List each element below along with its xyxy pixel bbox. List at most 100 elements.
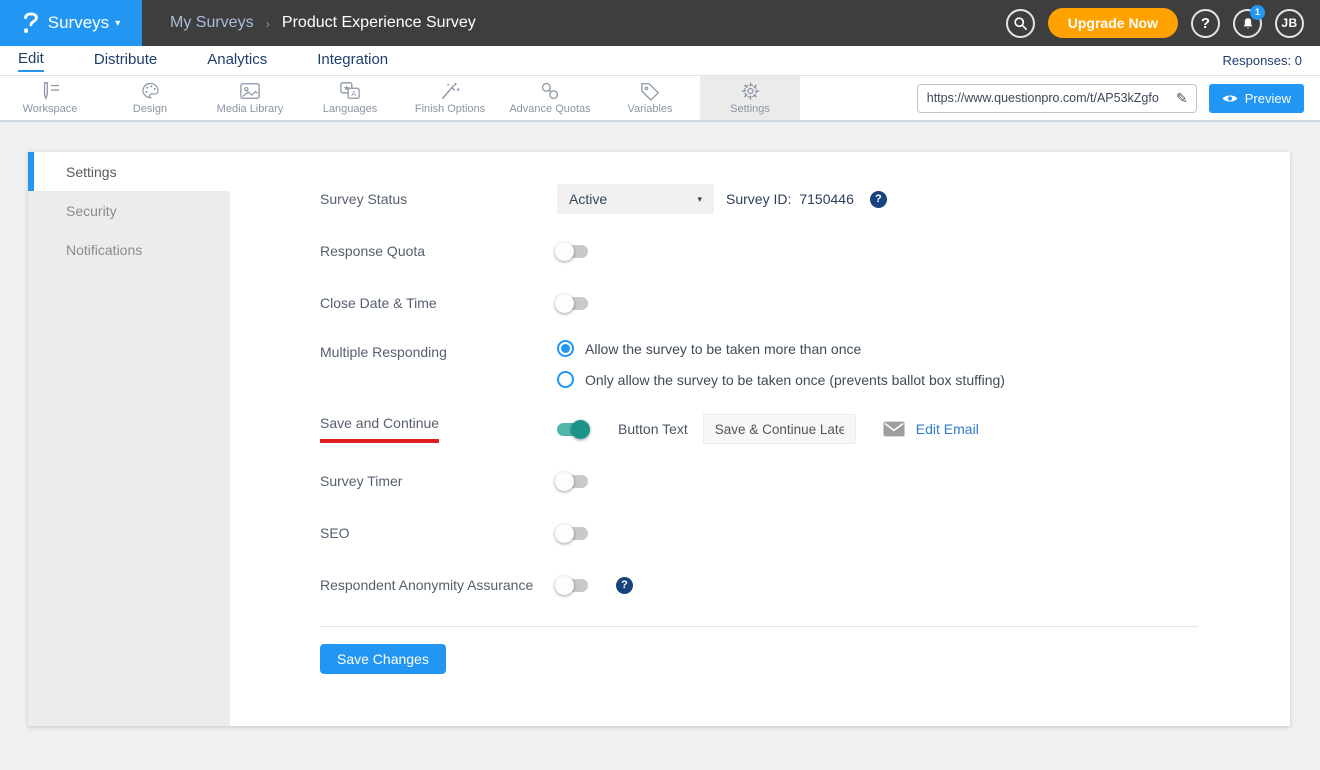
help-button[interactable]: ? [1191, 9, 1220, 38]
multiple-responding-row: Multiple Responding Allow the survey to … [320, 340, 1198, 388]
survey-id-help-icon[interactable]: ? [870, 191, 887, 208]
design-palette-icon [140, 81, 161, 101]
survey-timer-row: Survey Timer [320, 466, 1198, 496]
toolbar-advance-quotas[interactable]: Advance Quotas [500, 76, 600, 120]
product-name: Surveys [48, 13, 109, 33]
toolbar-label: Media Library [217, 103, 284, 115]
svg-text:A: A [351, 89, 356, 98]
responses-count: Responses: 0 [1223, 53, 1303, 68]
seo-toggle[interactable] [557, 527, 588, 540]
response-quota-row: Response Quota [320, 236, 1198, 266]
toolbar-finish-options[interactable]: Finish Options [400, 76, 500, 120]
quotas-links-icon [539, 81, 561, 101]
toolbar-label: Design [133, 103, 167, 115]
response-quota-label: Response Quota [320, 243, 557, 259]
save-continue-label: Save and Continue [320, 415, 557, 443]
red-underline-highlight: Save and Continue [320, 415, 439, 443]
multiple-responding-options: Allow the survey to be taken more than o… [557, 340, 1005, 388]
tab-integration[interactable]: Integration [317, 51, 388, 71]
sidebar-item-settings[interactable]: Settings [28, 152, 230, 191]
close-date-label: Close Date & Time [320, 295, 557, 311]
tab-edit[interactable]: Edit [18, 50, 44, 72]
surveys-product-switcher[interactable]: Surveys ▾ [0, 0, 142, 46]
toolbar-label: Advance Quotas [509, 103, 590, 115]
survey-timer-toggle[interactable] [557, 475, 588, 488]
toolbar-label: Variables [627, 103, 672, 115]
anonymity-help-icon[interactable]: ? [616, 577, 633, 594]
sidebar-item-security[interactable]: Security [28, 191, 230, 230]
section-divider [320, 626, 1198, 627]
radio-option-multiple[interactable]: Allow the survey to be taken more than o… [557, 340, 1005, 357]
questionpro-logo-icon [22, 10, 40, 36]
radio-unchecked-icon[interactable] [557, 371, 574, 388]
sidebar-item-notifications[interactable]: Notifications [28, 230, 230, 269]
response-quota-toggle[interactable] [557, 245, 588, 258]
upgrade-now-button[interactable]: Upgrade Now [1048, 8, 1178, 38]
radio-checked-icon[interactable] [557, 340, 574, 357]
survey-url-field: ✎ [917, 84, 1197, 113]
radio-option-once[interactable]: Only allow the survey to be taken once (… [557, 371, 1005, 388]
toolbar-media-library[interactable]: Media Library [200, 76, 300, 120]
edit-toolbar: Workspace Design Media Library ★A Langua… [0, 76, 1320, 122]
settings-card: Settings Security Notifications Survey S… [28, 152, 1290, 726]
edit-email-link[interactable]: Edit Email [916, 421, 979, 437]
survey-status-select[interactable]: Active ▾ [557, 184, 714, 214]
settings-gear-icon [740, 81, 761, 101]
breadcrumb: My Surveys › Product Experience Survey [170, 14, 476, 32]
save-continue-toggle[interactable] [557, 423, 588, 436]
toggle-knob [555, 576, 574, 595]
email-envelope-icon[interactable] [883, 421, 905, 437]
workspace-icon [39, 81, 61, 101]
toolbar-label: Workspace [23, 103, 78, 115]
toggle-knob [555, 242, 574, 261]
avatar-initials: JB [1281, 16, 1297, 30]
edit-url-pencil-icon[interactable]: ✎ [1168, 85, 1196, 112]
settings-sidebar: Settings Security Notifications [28, 152, 230, 726]
survey-url-input[interactable] [918, 91, 1168, 105]
toolbar-languages[interactable]: ★A Languages [300, 76, 400, 120]
button-text-input[interactable] [703, 414, 856, 444]
survey-id-value: 7150446 [799, 191, 854, 207]
preview-label: Preview [1245, 91, 1291, 106]
search-button[interactable] [1006, 9, 1035, 38]
top-header: Surveys ▾ My Surveys › Product Experienc… [0, 0, 1320, 46]
toolbar-workspace[interactable]: Workspace [0, 76, 100, 120]
save-continue-row: Save and Continue Button Text Edit Email [320, 414, 1198, 444]
preview-button[interactable]: Preview [1209, 84, 1304, 113]
breadcrumb-separator-icon: › [266, 16, 270, 31]
toggle-knob [555, 294, 574, 313]
anonymity-toggle[interactable] [557, 579, 588, 592]
user-avatar[interactable]: JB [1275, 9, 1304, 38]
header-actions: Upgrade Now ? 1 JB [1006, 8, 1320, 38]
toolbar-settings[interactable]: Settings [700, 76, 800, 120]
settings-main: Survey Status Active ▾ Survey ID: 715044… [230, 152, 1290, 726]
toolbar-variables[interactable]: Variables [600, 76, 700, 120]
tab-analytics[interactable]: Analytics [207, 51, 267, 71]
search-icon [1013, 16, 1028, 31]
survey-status-value: Active [569, 191, 607, 207]
breadcrumb-survey-title: Product Experience Survey [282, 14, 476, 32]
eye-icon [1222, 93, 1238, 104]
notification-count-badge: 1 [1250, 5, 1265, 20]
toolbar-right: ✎ Preview [917, 76, 1320, 120]
chevron-down-icon: ▾ [697, 194, 702, 205]
media-image-icon [239, 81, 261, 101]
toolbar-label: Settings [730, 103, 770, 115]
anonymity-row: Respondent Anonymity Assurance ? [320, 570, 1198, 600]
variables-tag-icon [639, 81, 661, 101]
breadcrumb-my-surveys[interactable]: My Surveys [170, 14, 254, 32]
notifications-button[interactable]: 1 [1233, 9, 1262, 38]
tab-distribute[interactable]: Distribute [94, 51, 157, 71]
radio-option-label: Only allow the survey to be taken once (… [585, 372, 1005, 388]
toolbar-design[interactable]: Design [100, 76, 200, 120]
save-changes-button[interactable]: Save Changes [320, 644, 446, 674]
survey-status-label: Survey Status [320, 191, 557, 207]
languages-translate-icon: ★A [339, 81, 361, 101]
seo-label: SEO [320, 525, 557, 541]
toolbar-label: Finish Options [415, 103, 485, 115]
close-date-row: Close Date & Time [320, 288, 1198, 318]
survey-status-row: Survey Status Active ▾ Survey ID: 715044… [320, 184, 1198, 214]
survey-id-label: Survey ID: [726, 191, 791, 207]
button-text-label: Button Text [618, 421, 688, 437]
close-date-toggle[interactable] [557, 297, 588, 310]
